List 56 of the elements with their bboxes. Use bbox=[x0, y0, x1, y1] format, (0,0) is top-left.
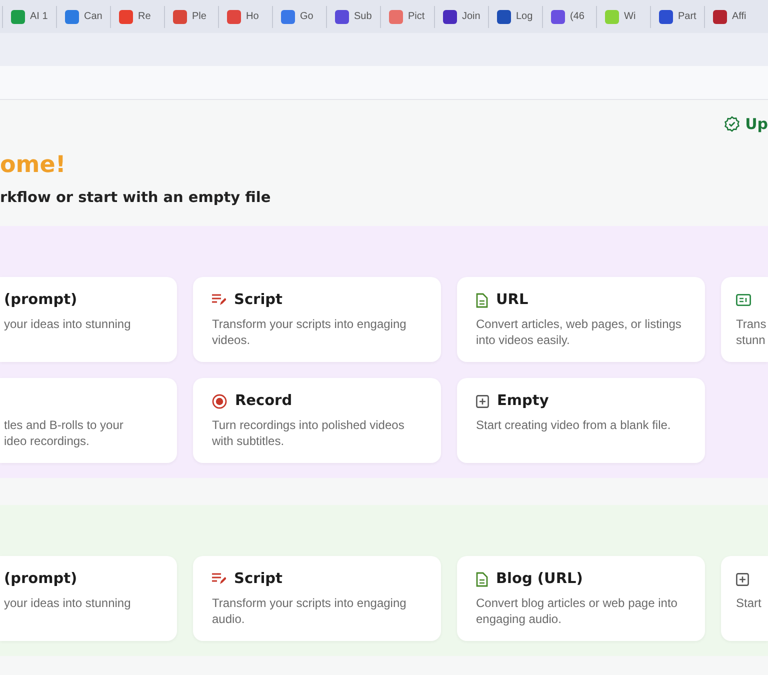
plus-square-icon bbox=[476, 394, 489, 408]
bookmark-link[interactable]: Log bbox=[488, 6, 542, 28]
workflow-card[interactable]: URL Convert articles, web pages, or listings into videos easily. bbox=[457, 277, 705, 362]
document-icon bbox=[476, 292, 488, 308]
bookmark-link[interactable]: Can bbox=[56, 6, 110, 28]
card-title: (prompt) bbox=[4, 292, 78, 308]
welcome-heading: ome! bbox=[0, 151, 67, 180]
card-description: your ideas into stunning bbox=[4, 316, 132, 332]
bookmark-link[interactable]: Join bbox=[434, 6, 488, 28]
card-description: Transform your scripts into engaging videos. bbox=[212, 316, 408, 348]
bookmark-link[interactable]: Affi bbox=[704, 6, 758, 28]
card-description: Start bbox=[736, 595, 762, 611]
card-title: Record bbox=[235, 393, 292, 409]
workflow-card[interactable]: Script Transform your scripts into engaging videos. bbox=[193, 277, 441, 362]
workflow-card[interactable]: Blog (URL) Convert blog articles or web page into engaging audio. bbox=[457, 556, 705, 641]
workflow-card[interactable]: (prompt) your ideas into stunning bbox=[0, 556, 177, 641]
workflow-card[interactable]: Record Turn recordings into polished videos with subtitles. bbox=[193, 378, 441, 463]
card-title: Script bbox=[234, 571, 282, 587]
card-description: Turn recordings into polished videos with subtitles. bbox=[212, 417, 406, 449]
script-icon bbox=[212, 573, 226, 585]
card-title: Empty bbox=[497, 393, 549, 409]
card-description: tles and B-rolls to your ideo recordings. bbox=[4, 417, 124, 449]
card-description: Convert blog articles or web page into engaging audio. bbox=[476, 595, 678, 627]
plus-square-icon bbox=[736, 572, 749, 586]
bookmark-link[interactable]: Pict bbox=[380, 6, 434, 28]
card-title: Blog (URL) bbox=[496, 571, 583, 587]
bookmark-link[interactable]: Part bbox=[650, 6, 704, 28]
card-description: Trans stunn bbox=[736, 316, 768, 348]
card-description: Transform your scripts into engaging audio. bbox=[212, 595, 408, 627]
bookmark-link[interactable]: Go bbox=[272, 6, 326, 28]
subheading: rkflow or start with an empty file bbox=[0, 189, 272, 208]
bookmark-link[interactable]: Ple bbox=[164, 6, 218, 28]
card-description: your ideas into stunning bbox=[4, 595, 132, 611]
workflow-card[interactable]: (prompt) your ideas into stunning bbox=[0, 277, 177, 362]
status-label: Up bbox=[745, 115, 768, 133]
bookmark-link[interactable]: Sub bbox=[326, 6, 380, 28]
workflow-card[interactable]: Trans stunn bbox=[721, 277, 768, 362]
badge-check-icon bbox=[724, 116, 740, 132]
workflow-card[interactable]: Start bbox=[721, 556, 768, 641]
bookmark-link[interactable]: Ho bbox=[218, 6, 272, 28]
card-title: (prompt) bbox=[4, 571, 78, 587]
card-title: URL bbox=[496, 292, 528, 308]
bookmark-link[interactable]: Re bbox=[110, 6, 164, 28]
bookmark-link[interactable]: AI 1 bbox=[2, 6, 56, 28]
workflow-card[interactable]: tles and B-rolls to your ideo recordings. bbox=[0, 378, 177, 463]
card-description: Convert articles, web pages, or listings into videos easily. bbox=[476, 316, 682, 348]
workflow-card[interactable]: Script Transform your scripts into engaging audio. bbox=[193, 556, 441, 641]
document-icon bbox=[476, 572, 488, 586]
record-icon bbox=[212, 394, 227, 408]
script-icon bbox=[212, 294, 226, 306]
card-description: Start creating video from a blank file. bbox=[476, 417, 672, 433]
caption-icon bbox=[736, 294, 751, 306]
card-title: Script bbox=[234, 292, 282, 308]
workflow-card[interactable]: Empty Start creating video from a blank file. bbox=[457, 378, 705, 463]
bookmark-link[interactable]: Wi bbox=[596, 6, 650, 28]
bookmark-link[interactable]: (46 bbox=[542, 6, 596, 28]
